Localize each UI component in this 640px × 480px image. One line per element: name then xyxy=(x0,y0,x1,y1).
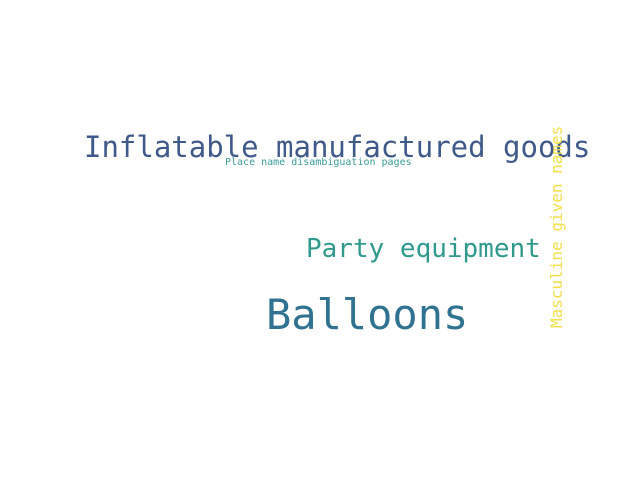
word-balloons: Balloons xyxy=(266,290,469,339)
word-place-name-disambiguation-pages: Place name disambiguation pages xyxy=(225,157,412,168)
word-masculine-given-names: Masculine given names xyxy=(547,125,566,328)
word-party-equipment: Party equipment xyxy=(306,234,541,264)
word-cloud: Inflatable manufactured goods Place name… xyxy=(0,0,640,480)
